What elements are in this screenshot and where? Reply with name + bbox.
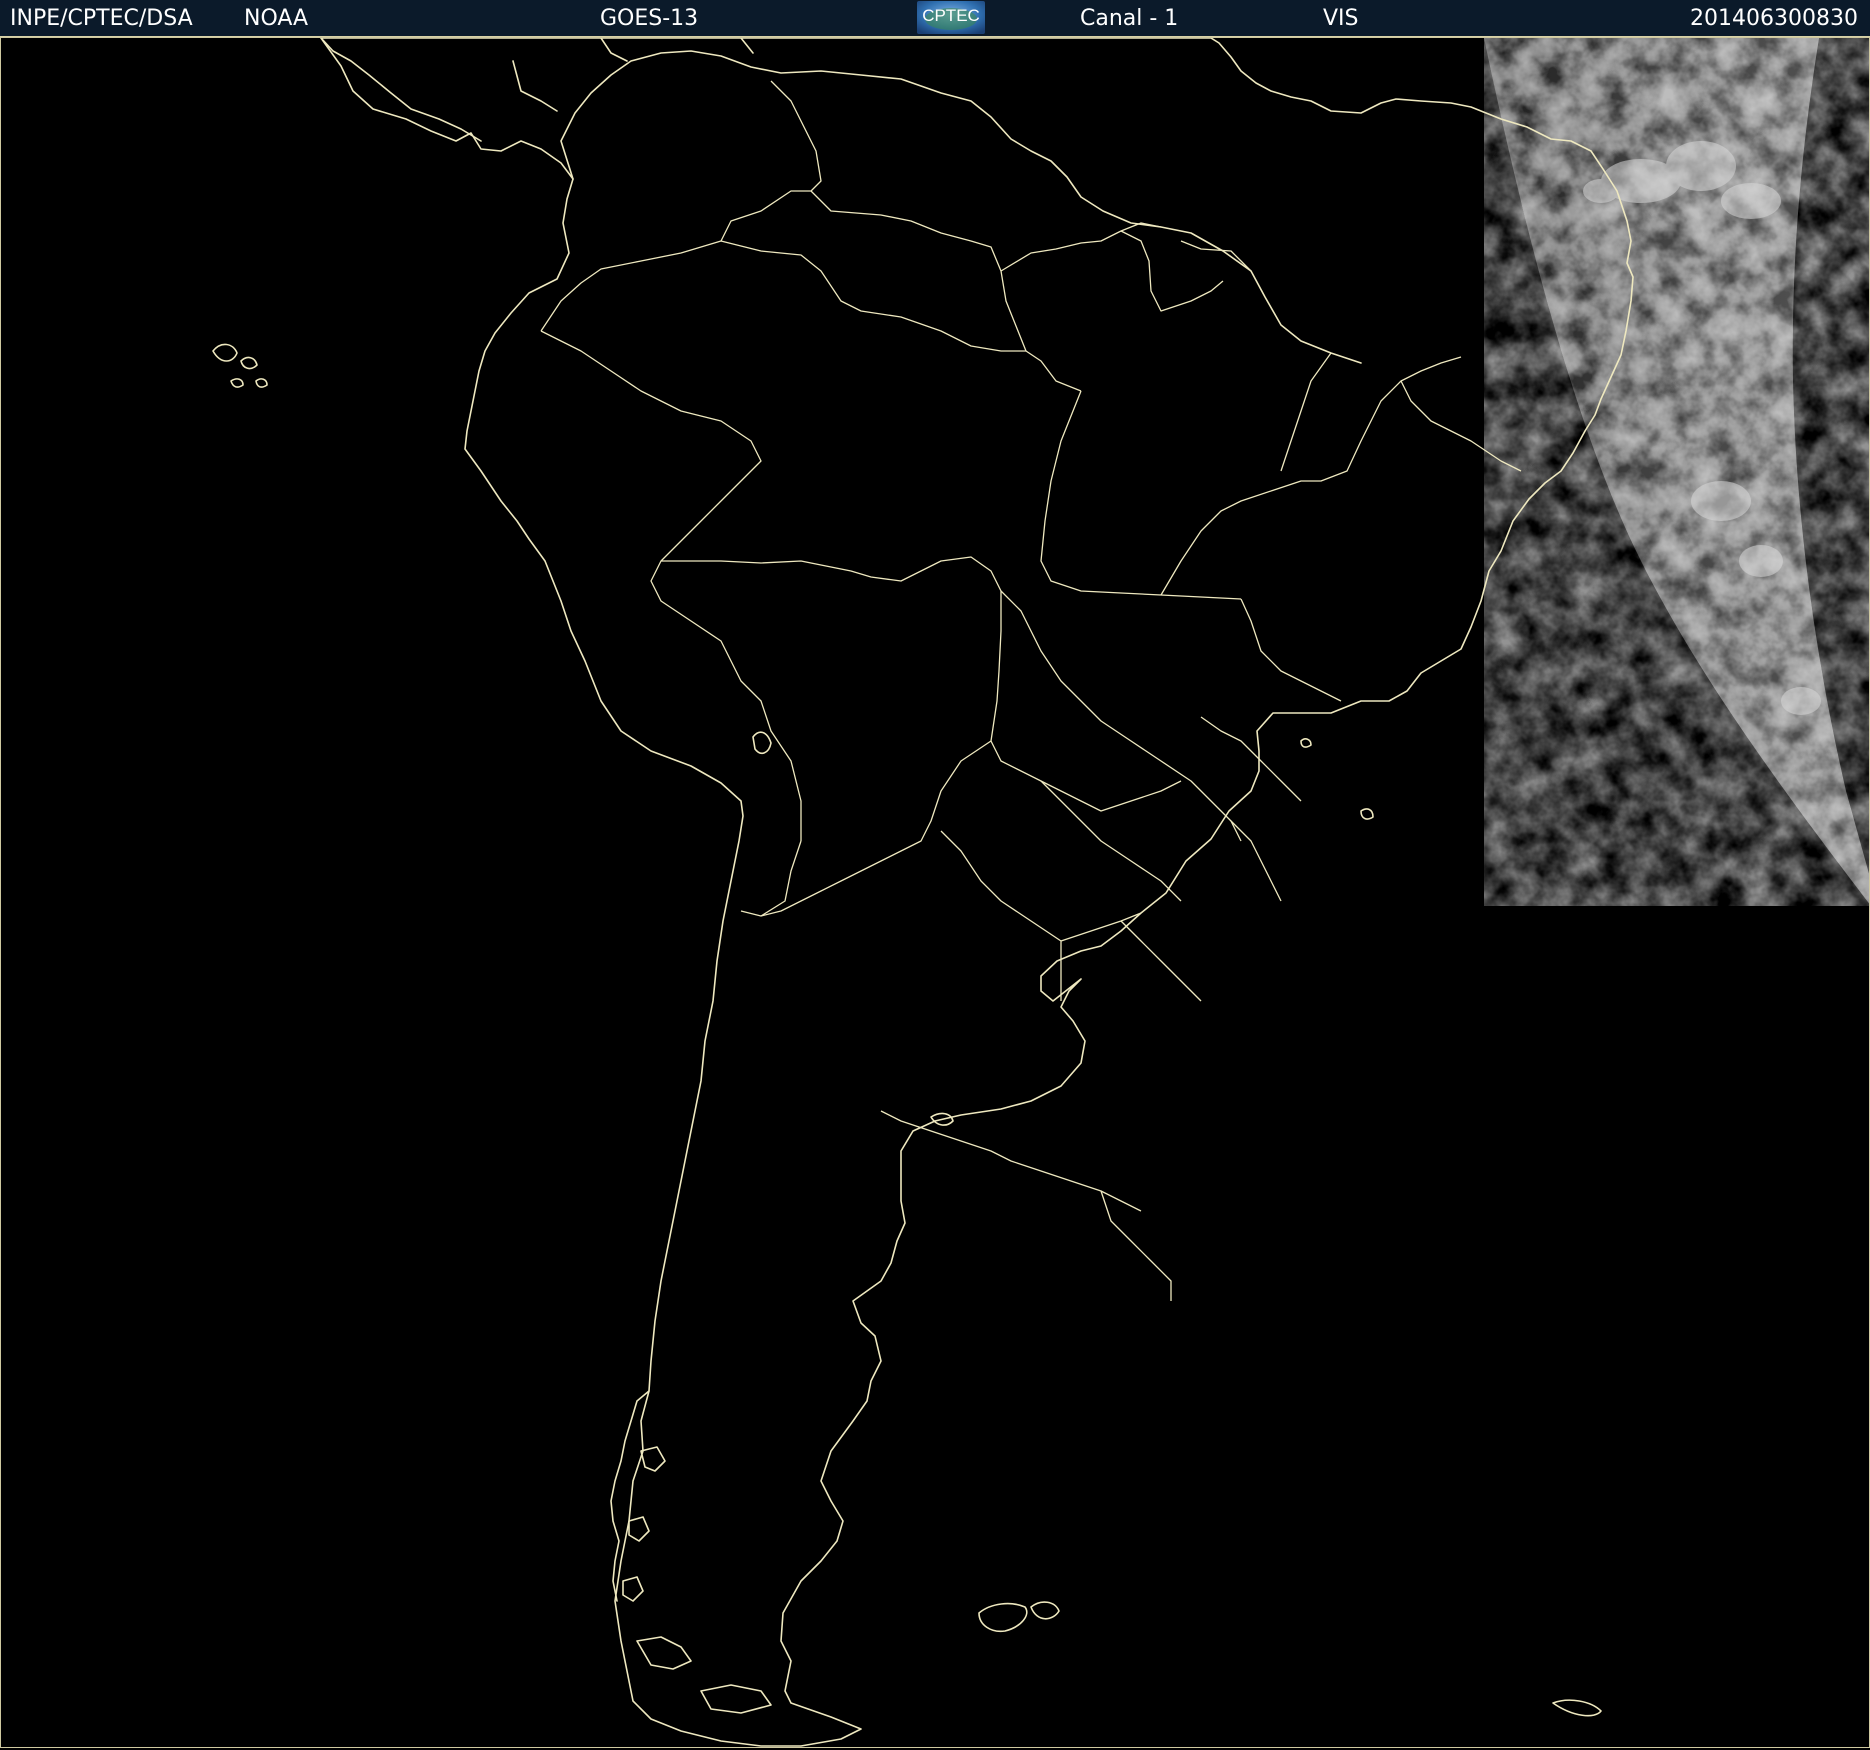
galapagos-islands (212, 343, 268, 388)
country-borders (540, 80, 1522, 1301)
central-america-coastline (320, 38, 754, 142)
south-america-coastline (320, 38, 1634, 1747)
lakes-central (930, 738, 1374, 1126)
header-agency: NOAA (244, 6, 309, 31)
header-timestamp: 201406300830 (1690, 6, 1858, 31)
image-header-bar: INPE/CPTEC/DSA NOAA GOES-13 CPTEC Canal … (0, 0, 1870, 38)
patagonia-fjords (610, 1390, 772, 1714)
header-satellite: GOES-13 (600, 6, 699, 31)
header-band: VIS (1323, 6, 1359, 31)
logo-text: CPTEC (922, 6, 980, 25)
satellite-image-viewer: INPE/CPTEC/DSA NOAA GOES-13 CPTEC Canal … (0, 0, 1870, 1750)
header-org: INPE/CPTEC/DSA (10, 6, 193, 31)
falkland-islands (978, 1601, 1060, 1633)
cptec-logo-icon: CPTEC (917, 1, 985, 34)
header-channel: Canal - 1 (1080, 6, 1179, 31)
northern-coastline (560, 50, 1362, 364)
south-georgia-island (1552, 1699, 1602, 1717)
satellite-map (0, 37, 1870, 1748)
lake-titicaca (752, 731, 772, 755)
